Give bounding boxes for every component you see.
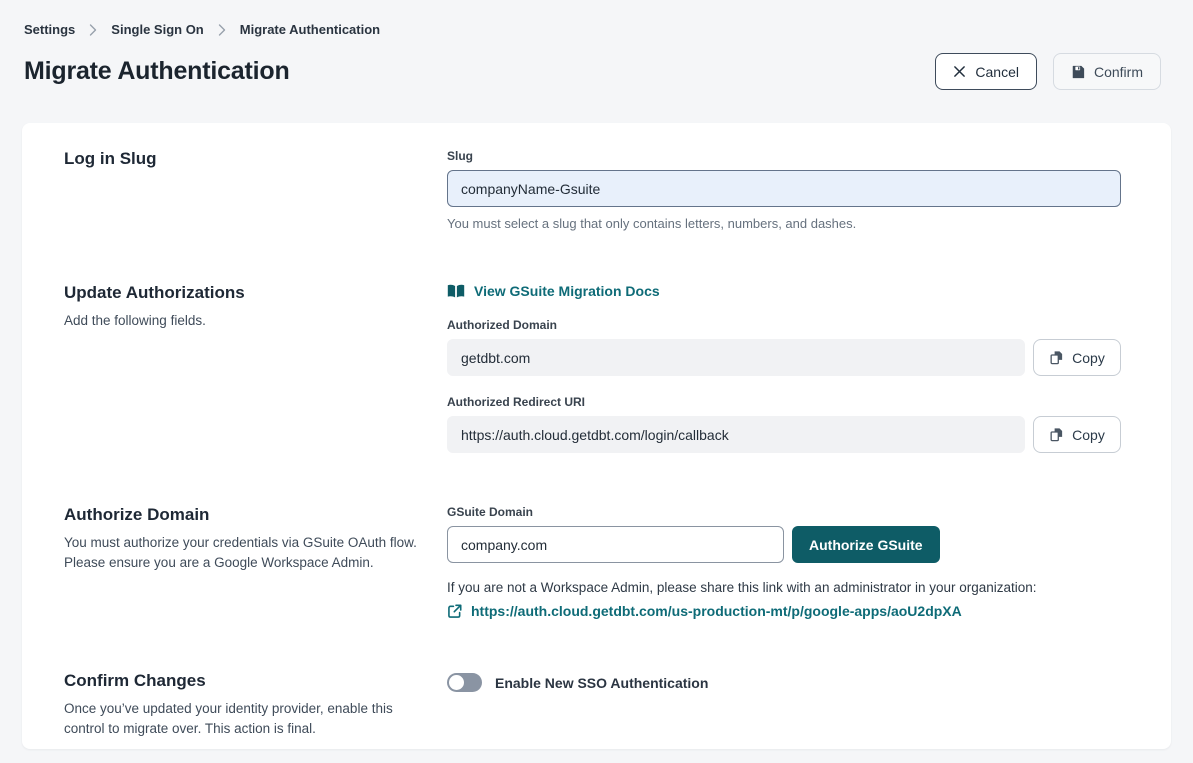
breadcrumb-settings[interactable]: Settings: [24, 22, 75, 37]
copy-icon: [1049, 350, 1064, 365]
toggle-knob: [449, 675, 464, 690]
copy-button-label: Copy: [1072, 427, 1105, 443]
cancel-button-label: Cancel: [975, 64, 1019, 80]
copy-authorized-domain-button[interactable]: Copy: [1033, 339, 1121, 376]
authorize-domain-description: You must authorize your credentials via …: [64, 533, 424, 573]
login-slug-heading: Log in Slug: [64, 149, 447, 169]
chevron-right-icon: [218, 24, 226, 36]
book-icon: [447, 284, 465, 299]
confirm-button-label: Confirm: [1094, 64, 1143, 80]
breadcrumb-single-sign-on[interactable]: Single Sign On: [111, 22, 203, 37]
workspace-admin-note: If you are not a Workspace Admin, please…: [447, 580, 1121, 595]
header-actions: Cancel Confirm: [935, 53, 1161, 90]
section-authorize-domain: Authorize Domain You must authorize your…: [64, 505, 1121, 619]
page-title: Migrate Authentication: [24, 57, 290, 86]
enable-sso-toggle[interactable]: [447, 673, 482, 692]
chevron-right-icon: [89, 24, 97, 36]
save-icon: [1071, 65, 1085, 79]
section-login-slug: Log in Slug Slug You must select a slug …: [64, 149, 1121, 231]
update-authorizations-description: Add the following fields.: [64, 311, 424, 331]
authorize-domain-heading: Authorize Domain: [64, 505, 447, 525]
external-link-icon: [447, 604, 462, 619]
close-icon: [953, 65, 966, 78]
admin-share-link[interactable]: https://auth.cloud.getdbt.com/us-product…: [471, 603, 962, 619]
migrate-authentication-card: Log in Slug Slug You must select a slug …: [22, 123, 1171, 749]
enable-sso-toggle-label: Enable New SSO Authentication: [495, 675, 708, 691]
slug-input[interactable]: [447, 170, 1121, 207]
confirm-changes-heading: Confirm Changes: [64, 671, 447, 691]
page-header: Settings Single Sign On Migrate Authenti…: [0, 0, 1193, 90]
gsuite-migration-docs-link[interactable]: View GSuite Migration Docs: [447, 283, 660, 299]
gsuite-migration-docs-link-label: View GSuite Migration Docs: [474, 283, 660, 299]
slug-label: Slug: [447, 149, 1121, 163]
section-confirm-changes: Confirm Changes Once you’ve updated your…: [64, 671, 1121, 739]
breadcrumb: Settings Single Sign On Migrate Authenti…: [24, 22, 1161, 37]
authorized-redirect-uri-label: Authorized Redirect URI: [447, 395, 1121, 409]
authorize-gsuite-button[interactable]: Authorize GSuite: [792, 526, 940, 563]
gsuite-domain-input[interactable]: [447, 526, 784, 563]
cancel-button[interactable]: Cancel: [935, 53, 1037, 90]
authorized-redirect-uri-field: [447, 416, 1025, 453]
slug-help-text: You must select a slug that only contain…: [447, 216, 1121, 231]
authorized-domain-field: [447, 339, 1025, 376]
update-authorizations-heading: Update Authorizations: [64, 283, 447, 303]
breadcrumb-migrate-authentication: Migrate Authentication: [240, 22, 380, 37]
copy-redirect-uri-button[interactable]: Copy: [1033, 416, 1121, 453]
section-update-authorizations: Update Authorizations Add the following …: [64, 283, 1121, 453]
confirm-changes-description: Once you’ve updated your identity provid…: [64, 699, 424, 739]
gsuite-domain-label: GSuite Domain: [447, 505, 1121, 519]
authorized-domain-label: Authorized Domain: [447, 318, 1121, 332]
copy-icon: [1049, 427, 1064, 442]
copy-button-label: Copy: [1072, 350, 1105, 366]
confirm-button[interactable]: Confirm: [1053, 53, 1161, 90]
